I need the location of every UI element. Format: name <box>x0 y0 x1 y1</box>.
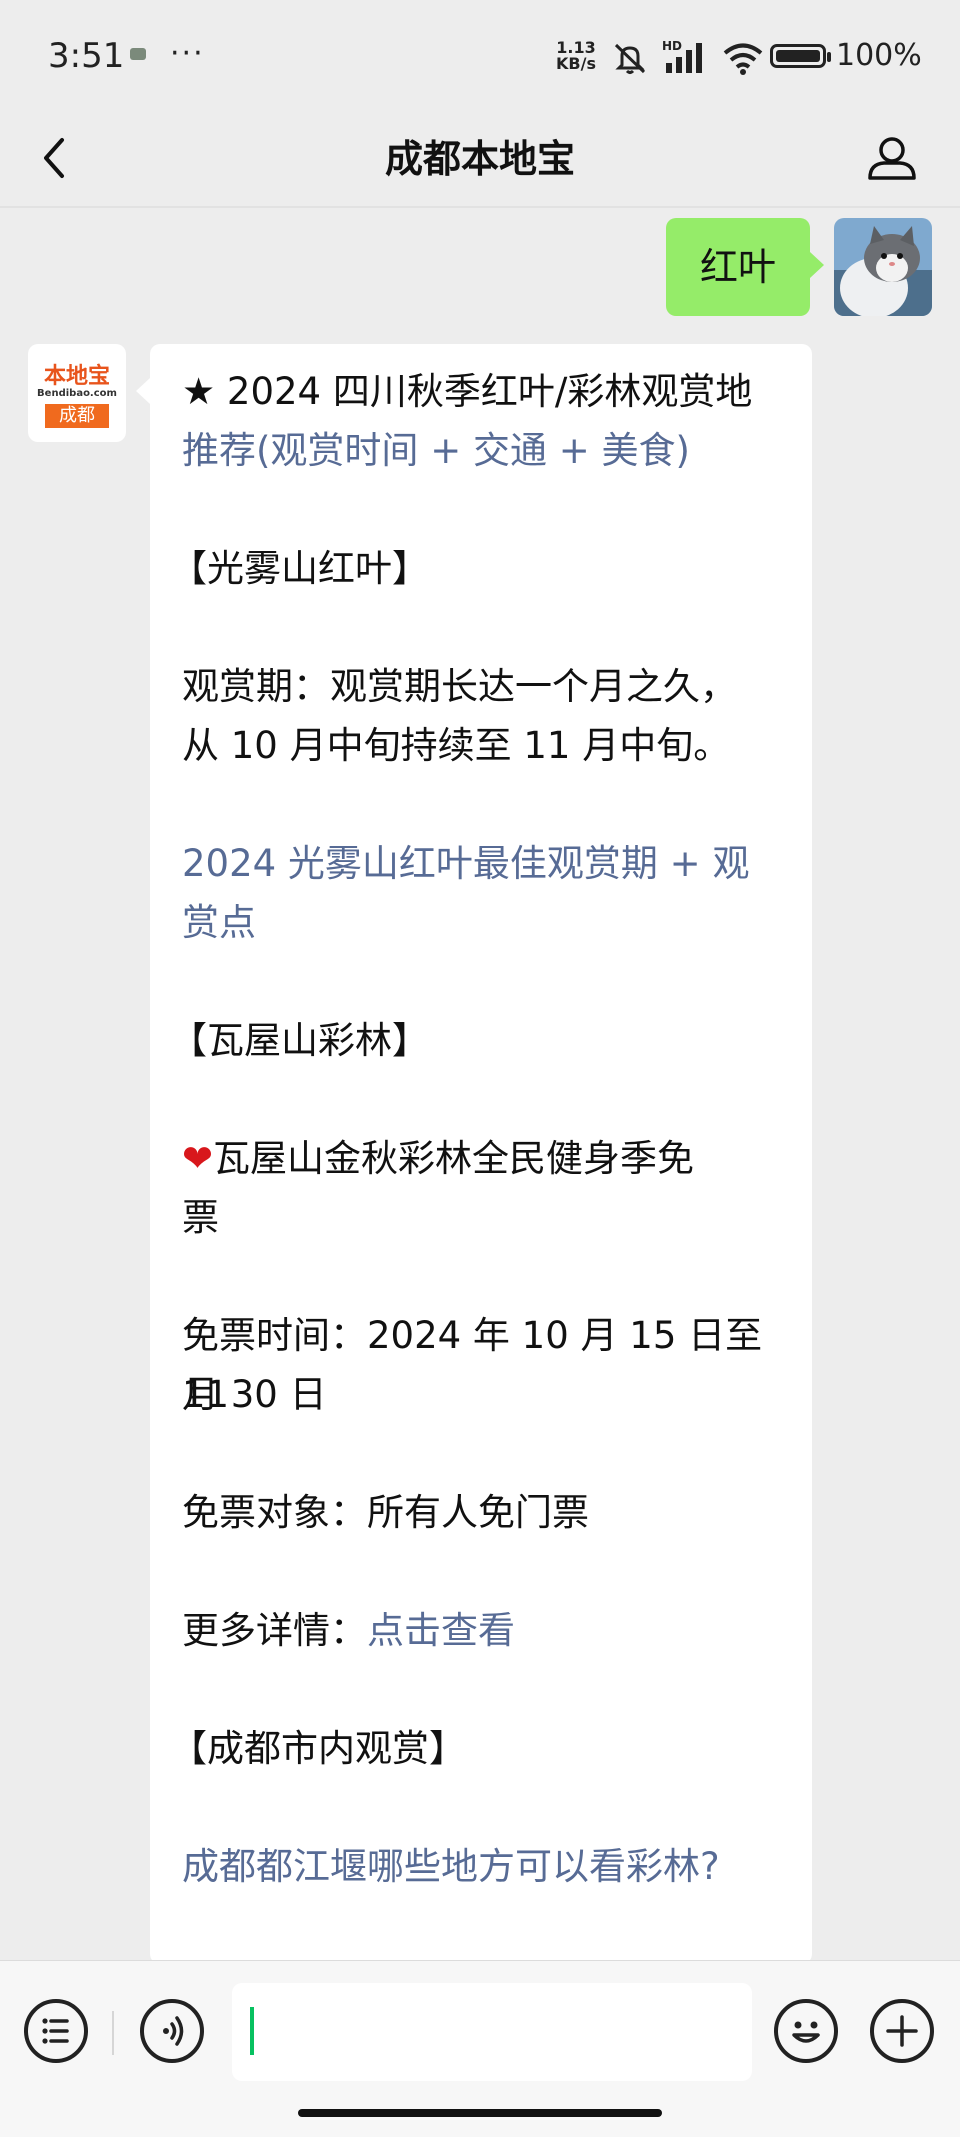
best-period-link-1[interactable]: 2024 光雾山红叶最佳观赏期 + 观 <box>182 834 788 893</box>
chengdu-link[interactable]: 成都都江堰哪些地方可以看彩林? <box>182 1837 788 1896</box>
section-heading-guangwushan: 【光雾山红叶】 <box>170 547 429 590</box>
user-message-bubble[interactable]: 红叶 <box>665 218 825 316</box>
status-time: 3:51 <box>48 36 125 76</box>
notification-app-icon <box>130 48 146 60</box>
voice-icon[interactable] <box>140 1999 204 2063</box>
viewing-period-line-2: 从 10 月中旬持续至 11 月中旬。 <box>182 724 731 767</box>
cat-avatar-image <box>834 218 932 316</box>
page-title: 成都本地宝 <box>384 137 575 181</box>
network-speed: 1.13 KB/s <box>556 40 596 72</box>
home-indicator[interactable] <box>298 2109 662 2117</box>
more-details-line: 更多详情：点击查看 <box>182 1601 788 1660</box>
avatar-logo-city: 成都 <box>45 404 109 428</box>
avatar-logo-text: 本地宝 <box>43 364 110 389</box>
plus-icon[interactable] <box>870 1999 934 2063</box>
network-speed-unit: KB/s <box>556 54 596 73</box>
reply-message-bubble: ★ 2024 四川秋季红叶/彩林观赏地 推荐(观赏时间 + 交通 + 美食) 【… <box>136 344 812 1964</box>
user-avatar[interactable] <box>834 218 932 316</box>
event-line-1: ❤瓦屋山金秋彩林全民健身季免 <box>182 1129 788 1188</box>
free-target-line: 免票对象：所有人免门票 <box>182 1491 589 1534</box>
event-line-2: 票 <box>182 1196 219 1239</box>
message-input[interactable] <box>232 1983 752 2081</box>
profile-icon[interactable] <box>862 128 922 188</box>
bar-separator <box>112 2011 114 2055</box>
header-divider <box>0 206 960 208</box>
article-link-title-1[interactable]: ★ 2024 四川秋季红叶/彩林观赏地 <box>182 370 752 413</box>
more-details-label: 更多详情： <box>182 1609 367 1652</box>
free-time-line-2: 月 30 日 <box>182 1373 327 1416</box>
status-bar: 3:51 ··· 1.13 KB/s HD 100% <box>0 0 960 110</box>
emoji-icon[interactable] <box>774 1999 838 2063</box>
more-details-link[interactable]: 点击查看 <box>367 1609 515 1652</box>
input-bar <box>0 1960 960 2137</box>
signal-icon <box>666 43 702 73</box>
official-account-avatar[interactable]: 本地宝 Bendibao.com 成都 <box>28 344 126 442</box>
event-text-1: 瓦屋山金秋彩林全民健身季免 <box>213 1137 695 1180</box>
chat-header: 成都本地宝 <box>0 110 960 206</box>
battery-percent: 100% <box>836 38 922 73</box>
hd-signal: HD <box>662 39 708 75</box>
best-period-link-2[interactable]: 赏点 <box>182 893 788 952</box>
wifi-icon <box>723 43 763 75</box>
status-more-dots: ··· <box>170 36 205 71</box>
status-icons: HD <box>612 39 764 76</box>
viewing-period-line-1: 观赏期：观赏期长达一个月之久， <box>182 665 737 708</box>
section-heading-wawushan: 【瓦屋山彩林】 <box>170 1019 429 1062</box>
article-link-title-2[interactable]: 推荐(观赏时间 + 交通 + 美食) <box>182 421 788 480</box>
section-heading-chengdu: 【成都市内观赏】 <box>170 1727 466 1770</box>
mute-icon <box>614 43 646 74</box>
list-menu-icon[interactable] <box>24 1999 88 2063</box>
article-link-line-1[interactable]: ★ 2024 四川秋季红叶/彩林观赏地 <box>182 362 788 421</box>
battery-icon <box>770 44 831 68</box>
heart-icon: ❤ <box>182 1137 214 1180</box>
avatar-logo-domain: Bendibao.com <box>37 388 117 399</box>
text-cursor <box>250 2007 254 2055</box>
